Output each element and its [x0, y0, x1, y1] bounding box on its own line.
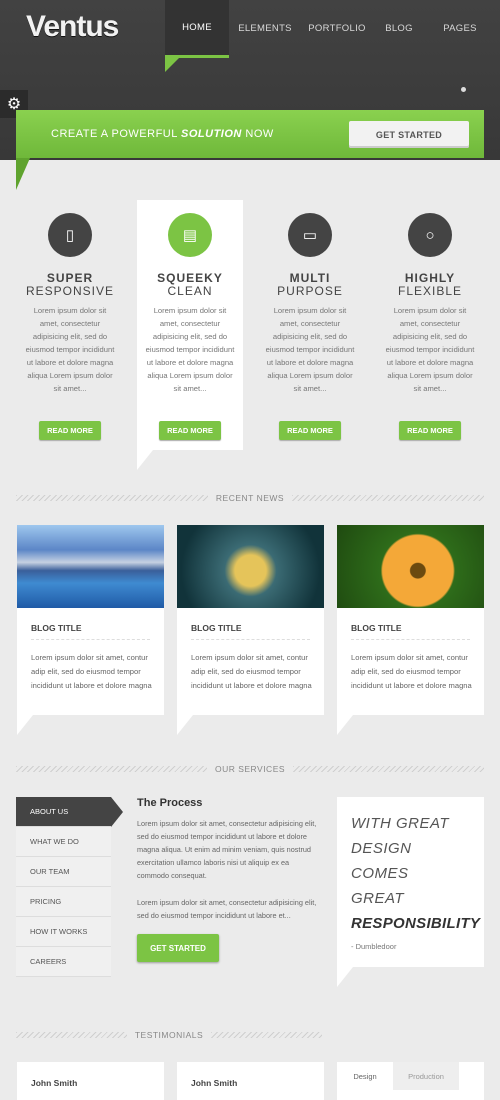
site-logo[interactable]: Ventus: [26, 10, 119, 44]
quote-box: WITH GREAT DESIGN COMES GREAT RESPONSIBI…: [337, 797, 484, 967]
cta-banner: CREATE A POWERFUL SOLUTION NOW GET START…: [16, 110, 484, 158]
blog-title[interactable]: BLOG TITLE: [31, 623, 82, 633]
tabs-widget: Design Production: [337, 1062, 484, 1100]
feature-text: Lorem ipsum dolor sit amet, consectetur …: [25, 306, 115, 393]
blog-image[interactable]: [337, 525, 484, 608]
banner-fold: [16, 158, 30, 190]
feature-text: Lorem ipsum dolor sit amet, consectetur …: [385, 306, 475, 393]
feature-title: HIGHLY FLEXIBLE: [397, 271, 463, 298]
blog-fold: [17, 715, 33, 735]
read-more-button[interactable]: READ MORE: [279, 421, 341, 440]
blog-fold: [337, 715, 353, 735]
news-divider: RECENT NEWS: [16, 493, 484, 503]
main-nav: HOME ELEMENTS PORTFOLIO BLOG PAGES: [165, 0, 495, 58]
testimonial-card: John Smith: [17, 1062, 164, 1100]
feature-text: Lorem ipsum dolor sit amet, consectetur …: [265, 306, 355, 393]
menu-item-about-us[interactable]: ABOUT US: [16, 797, 111, 827]
menu-active-arrow: [111, 797, 123, 827]
feature-multi: ▭ MULTI PURPOSE Lorem ipsum dolor sit ame…: [257, 200, 363, 450]
blog-text: Lorem ipsum dolor sit amet, contur adip …: [191, 653, 312, 690]
blog-image[interactable]: [177, 525, 324, 608]
blog-text: Lorem ipsum dolor sit amet, contur adip …: [31, 653, 152, 690]
feature-title: SQUEEKY CLEAN: [157, 271, 223, 298]
process-title: The Process: [137, 797, 203, 809]
services-menu: ABOUT US WHAT WE DO OUR TEAM PRICING HOW…: [16, 797, 111, 977]
menu-item-what-we-do[interactable]: WHAT WE DO: [16, 827, 111, 857]
read-more-button[interactable]: READ MORE: [159, 421, 221, 440]
blog-card: BLOG TITLE Lorem ipsum dolor sit amet, c…: [337, 525, 484, 715]
slider-dot[interactable]: [461, 87, 466, 92]
feature-fold: [137, 450, 153, 470]
feature-text: Lorem ipsum dolor sit amet, consectetur …: [145, 306, 235, 393]
services-divider: OUR SERVICES: [16, 764, 484, 774]
menu-item-careers[interactable]: CAREERS: [16, 947, 111, 977]
process-text: Lorem ipsum dolor sit amet, consectetur …: [137, 898, 317, 920]
nav-blog[interactable]: BLOG: [373, 0, 425, 56]
read-more-button[interactable]: READ MORE: [39, 421, 101, 440]
section-title: OUR SERVICES: [214, 764, 286, 774]
tab-design[interactable]: Design: [337, 1062, 393, 1090]
testimonials-divider: TESTIMONIALS: [16, 1030, 322, 1040]
menu-item-how-it-works[interactable]: HOW IT WORKS: [16, 917, 111, 947]
blog-image[interactable]: [17, 525, 164, 608]
nav-pages[interactable]: PAGES: [425, 0, 495, 56]
feature-flexible: ○ HIGHLY FLEXIBLE Lorem ipsum dolor sit a…: [377, 200, 483, 450]
testimonial-name: John Smith: [31, 1078, 78, 1088]
blog-card: BLOG TITLE Lorem ipsum dolor sit amet, c…: [17, 525, 164, 715]
laptop-icon: ▭: [288, 213, 332, 257]
process-text: Lorem ipsum dolor sit amet, consectetur …: [137, 819, 317, 880]
feature-responsive: ▯ SUPER RESPONSIVE Lorem ipsum dolor sit …: [17, 200, 123, 450]
quote-text: WITH GREAT DESIGN COMES GREAT RESPONSIBI…: [351, 815, 481, 932]
banner-text: CREATE A POWERFUL SOLUTION NOW: [51, 128, 274, 140]
tab-production[interactable]: Production: [393, 1062, 459, 1090]
section-title: RECENT NEWS: [215, 493, 285, 503]
nav-home[interactable]: HOME: [165, 0, 229, 58]
menu-item-our-team[interactable]: OUR TEAM: [16, 857, 111, 887]
blog-title[interactable]: BLOG TITLE: [351, 623, 402, 633]
nav-elements[interactable]: ELEMENTS: [229, 0, 301, 56]
feature-title: MULTI PURPOSE: [277, 271, 343, 298]
read-more-button[interactable]: READ MORE: [399, 421, 461, 440]
testimonial-name: John Smith: [191, 1078, 238, 1088]
nav-portfolio[interactable]: PORTFOLIO: [301, 0, 373, 56]
lightbulb-icon: ○: [408, 213, 452, 257]
feature-title: SUPER RESPONSIVE: [25, 271, 115, 298]
testimonial-card: John Smith: [177, 1062, 324, 1100]
monitor-icon: ▤: [168, 213, 212, 257]
phone-icon: ▯: [48, 213, 92, 257]
get-started-button[interactable]: GET STARTED: [349, 121, 469, 148]
blog-card: BLOG TITLE Lorem ipsum dolor sit amet, c…: [177, 525, 324, 715]
quote-fold: [337, 967, 353, 987]
nav-active-indicator: [165, 58, 179, 72]
section-title: TESTIMONIALS: [134, 1030, 204, 1040]
blog-title[interactable]: BLOG TITLE: [191, 623, 242, 633]
blog-fold: [177, 715, 193, 735]
blog-text: Lorem ipsum dolor sit amet, contur adip …: [351, 653, 472, 690]
menu-item-pricing[interactable]: PRICING: [16, 887, 111, 917]
get-started-button[interactable]: GET STARTED: [137, 934, 219, 962]
feature-clean: ▤ SQUEEKY CLEAN Lorem ipsum dolor sit ame…: [137, 200, 243, 450]
quote-author: - Dumbledoor: [351, 942, 397, 951]
